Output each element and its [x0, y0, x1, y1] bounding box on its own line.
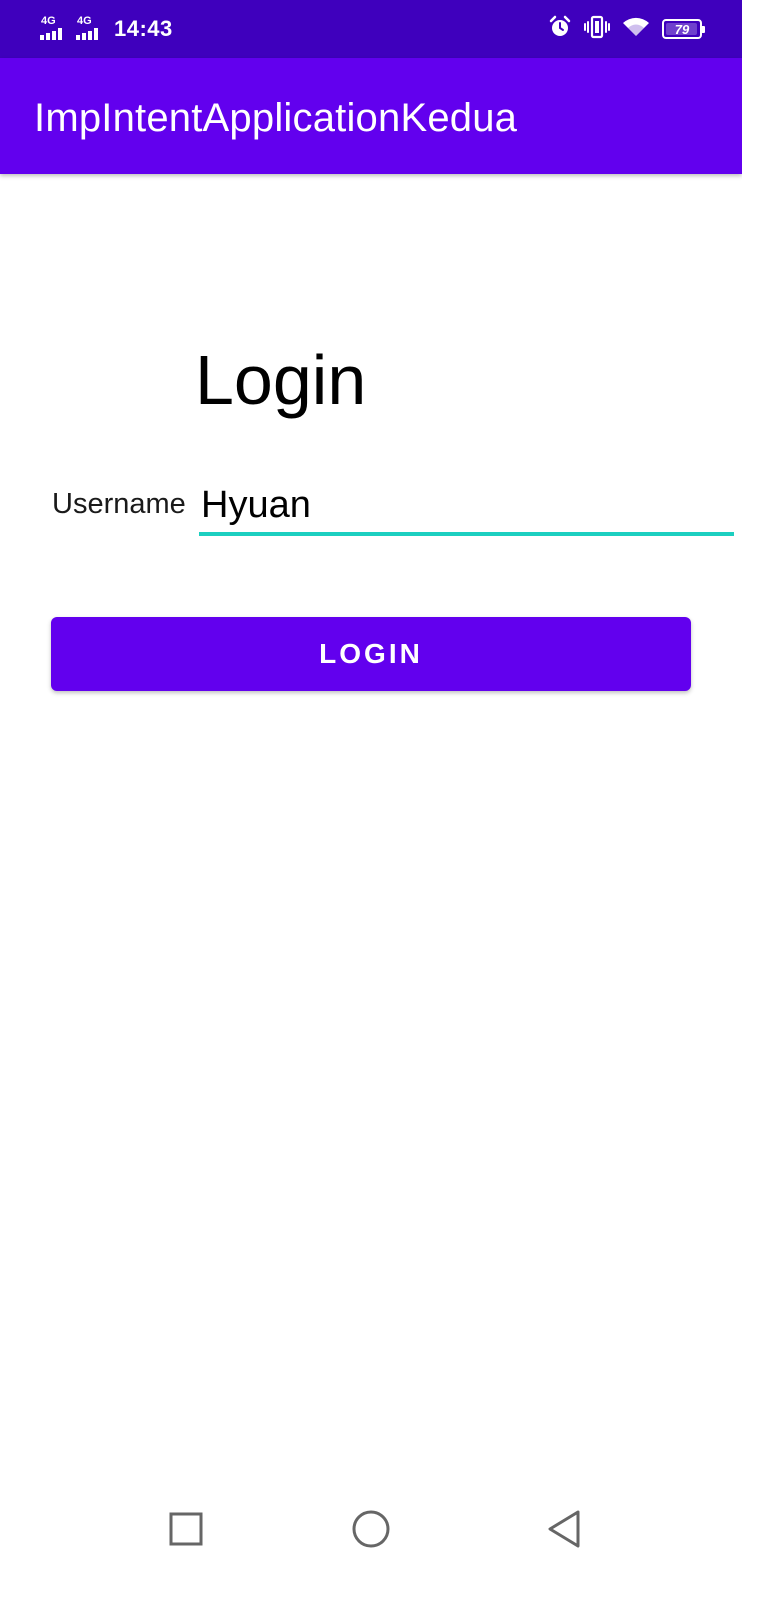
page-title: Login [195, 341, 367, 419]
status-time: 14:43 [114, 16, 173, 41]
status-left: 4G 4G 14:43 [40, 14, 173, 44]
username-label: Username [52, 488, 186, 520]
vibrate-icon [584, 15, 610, 44]
alarm-icon [548, 15, 572, 44]
signal-icon-2: 4G [76, 16, 102, 42]
username-input-underline [199, 532, 734, 536]
back-icon [546, 1509, 582, 1552]
recents-icon [169, 1512, 203, 1549]
home-button[interactable] [341, 1500, 401, 1560]
battery-level: 79 [674, 21, 690, 37]
status-bar: 4G 4G 14:43 79 [0, 0, 742, 58]
app-title: ImpIntentApplicationKedua [34, 96, 518, 140]
app-bar: ImpIntentApplicationKedua [0, 58, 742, 174]
status-right: 79 [548, 15, 705, 44]
network-type-label-2: 4G [77, 15, 92, 27]
app-screen: 4G 4G 14:43 79 ImpIntentApplicationKedua… [0, 0, 742, 1600]
signal-icon: 4G [40, 16, 66, 42]
username-input[interactable] [199, 478, 742, 532]
navigation-bar [0, 1480, 742, 1580]
back-button[interactable] [534, 1500, 594, 1560]
screen-edge [742, 0, 757, 1600]
recents-button[interactable] [156, 1500, 216, 1560]
network-type-label: 4G [41, 15, 56, 27]
login-button[interactable]: LOGIN [51, 617, 691, 691]
wifi-icon [622, 16, 650, 43]
battery-icon: 79 [662, 19, 705, 39]
home-icon [351, 1509, 391, 1552]
